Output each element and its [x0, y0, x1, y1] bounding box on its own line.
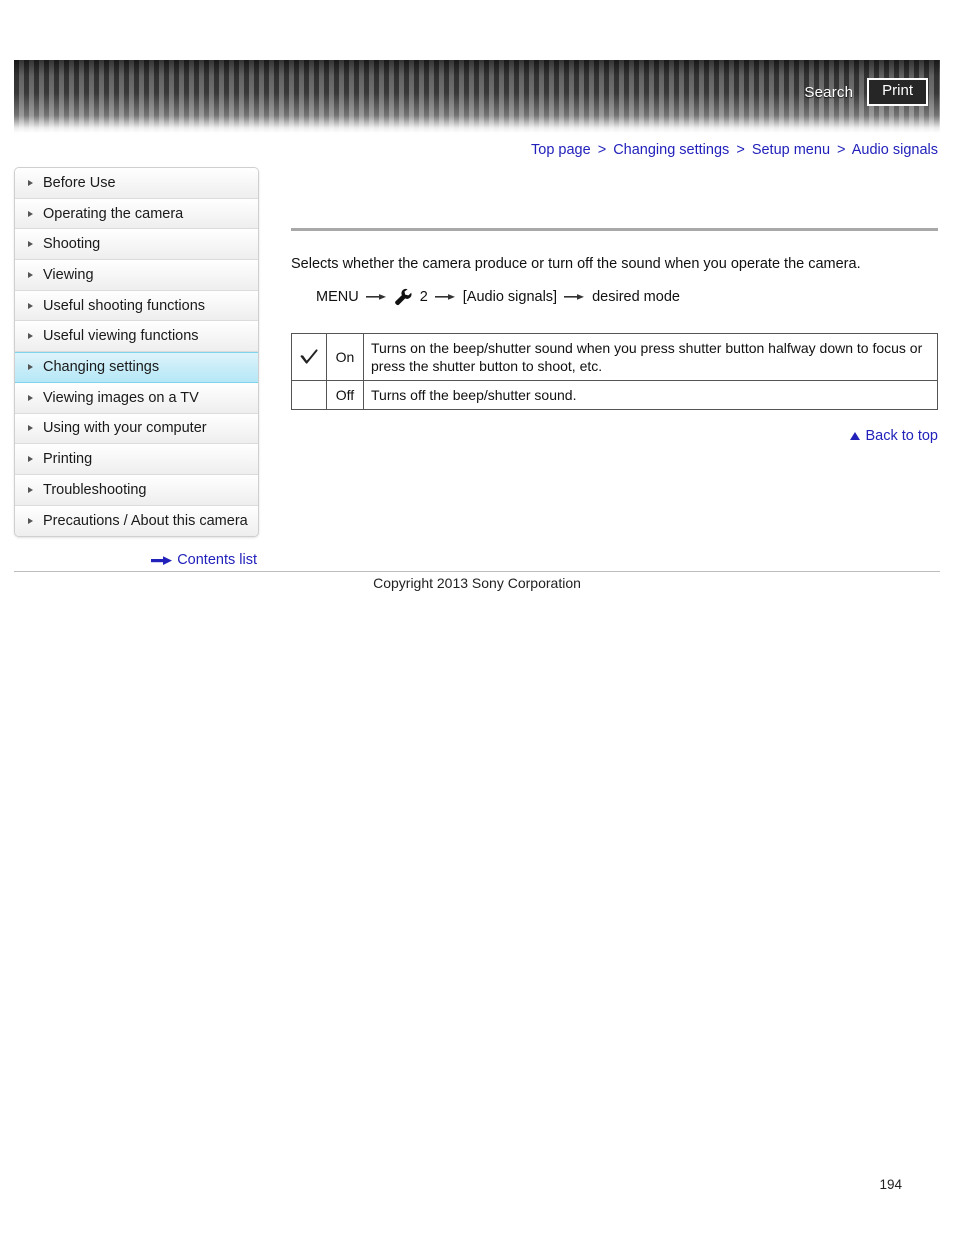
triangle-right-icon — [28, 517, 33, 524]
menu-path-item: [Audio signals] — [462, 289, 558, 305]
breadcrumb-separator: > — [837, 142, 846, 158]
sidebar-item-troubleshooting[interactable]: Troubleshooting — [15, 474, 258, 506]
header-stripe-pattern — [14, 60, 940, 133]
sidebar-item-label: Useful viewing functions — [43, 328, 199, 345]
triangle-right-icon — [28, 486, 33, 493]
breadcrumb-separator: > — [597, 142, 607, 158]
sidebar-item-before-use[interactable]: Before Use — [15, 168, 258, 199]
default-setting-marker-cell — [291, 380, 327, 410]
breadcrumb-separator: > — [736, 142, 745, 158]
copyright-text: Copyright 2013 Sony Corporation — [373, 575, 581, 591]
triangle-right-icon — [28, 302, 33, 309]
sidebar-item-using-with-your-computer[interactable]: Using with your computer — [15, 413, 258, 445]
sidebar-item-label: Shooting — [43, 236, 101, 253]
menu-path-start: MENU — [316, 289, 359, 305]
sidebar-item-label: Operating the camera — [43, 205, 184, 222]
menu-path: MENU 2 [Audio signals] desired mode — [316, 286, 938, 308]
sidebar-item-label: Using with your computer — [43, 420, 207, 437]
search-link[interactable]: Search — [804, 84, 853, 101]
sidebar-item-printing[interactable]: Printing — [15, 444, 258, 475]
main-content: Selects whether the camera produce or tu… — [291, 228, 938, 308]
options-table: On Turns on the beep/shutter sound when … — [291, 333, 938, 410]
menu-path-end: desired mode — [592, 289, 680, 305]
breadcrumb-item-audio-signals[interactable]: Audio signals — [852, 142, 938, 158]
sidebar-item-label: Viewing images on a TV — [43, 389, 199, 406]
arrow-right-icon — [564, 294, 585, 300]
triangle-right-icon — [28, 271, 33, 278]
triangle-right-icon — [28, 241, 33, 248]
breadcrumb: Top page > Changing settings > Setup men… — [531, 142, 938, 158]
option-description: Turns off the beep/shutter sound. — [363, 380, 938, 410]
back-to-top-label: Back to top — [865, 428, 938, 444]
site-header-banner: Search Print — [14, 60, 940, 133]
back-to-top-link[interactable]: Back to top — [850, 428, 938, 444]
arrow-right-icon — [434, 294, 455, 300]
sidebar-item-label: Viewing — [43, 266, 94, 283]
print-button[interactable]: Print — [867, 78, 928, 106]
triangle-right-icon — [28, 333, 33, 340]
sidebar-item-label: Troubleshooting — [43, 481, 147, 498]
page-number: 194 — [879, 1177, 902, 1192]
default-setting-marker-cell — [291, 333, 327, 381]
option-name: Off — [326, 380, 364, 410]
triangle-right-icon — [28, 364, 33, 371]
triangle-right-icon — [28, 210, 33, 217]
sidebar-item-useful-viewing-functions[interactable]: Useful viewing functions — [15, 321, 258, 353]
sidebar-item-changing-settings[interactable]: Changing settings — [15, 352, 258, 383]
sidebar-item-precautions-about-this-camera[interactable]: Precautions / About this camera — [15, 505, 258, 537]
sidebar-item-label: Changing settings — [43, 359, 160, 376]
arrow-right-icon — [365, 294, 386, 300]
sidebar-item-viewing-images-on-a-tv[interactable]: Viewing images on a TV — [15, 382, 258, 414]
sidebar-item-label: Precautions / About this camera — [43, 512, 248, 529]
contents-list-link[interactable]: Contents list — [177, 552, 257, 568]
content-divider — [291, 228, 938, 231]
intro-paragraph: Selects whether the camera produce or tu… — [291, 256, 861, 272]
triangle-right-icon — [28, 394, 33, 401]
sidebar-item-useful-shooting-functions[interactable]: Useful shooting functions — [15, 290, 258, 322]
breadcrumb-item-top-page[interactable]: Top page — [531, 142, 591, 158]
contents-list-row: Contents list — [14, 552, 257, 568]
sidebar-item-operating-the-camera[interactable]: Operating the camera — [15, 198, 258, 230]
triangle-right-icon — [28, 179, 33, 186]
arrow-right-icon — [151, 555, 173, 565]
breadcrumb-item-changing-settings[interactable]: Changing settings — [613, 142, 729, 158]
table-row: Off Turns off the beep/shutter sound. — [291, 380, 938, 410]
sidebar-item-label: Before Use — [43, 174, 116, 191]
triangle-right-icon — [28, 425, 33, 432]
sidebar-item-viewing[interactable]: Viewing — [15, 260, 258, 291]
wrench-icon — [394, 288, 412, 306]
check-mark-icon — [300, 349, 318, 364]
triangle-right-icon — [28, 456, 33, 463]
footer-divider — [14, 571, 940, 572]
breadcrumb-item-setup-menu[interactable]: Setup menu — [752, 142, 830, 158]
sidebar-item-shooting[interactable]: Shooting — [15, 229, 258, 261]
header-controls: Search Print — [804, 78, 928, 106]
menu-path-tab-number: 2 — [419, 289, 428, 305]
triangle-up-icon — [850, 432, 861, 440]
sidebar-navigation: Before Use Operating the camera Shooting… — [14, 167, 259, 538]
option-description: Turns on the beep/shutter sound when you… — [363, 333, 938, 381]
option-name: On — [326, 333, 364, 381]
table-row: On Turns on the beep/shutter sound when … — [291, 333, 938, 381]
sidebar-item-label: Printing — [43, 451, 93, 468]
sidebar-item-label: Useful shooting functions — [43, 297, 206, 314]
